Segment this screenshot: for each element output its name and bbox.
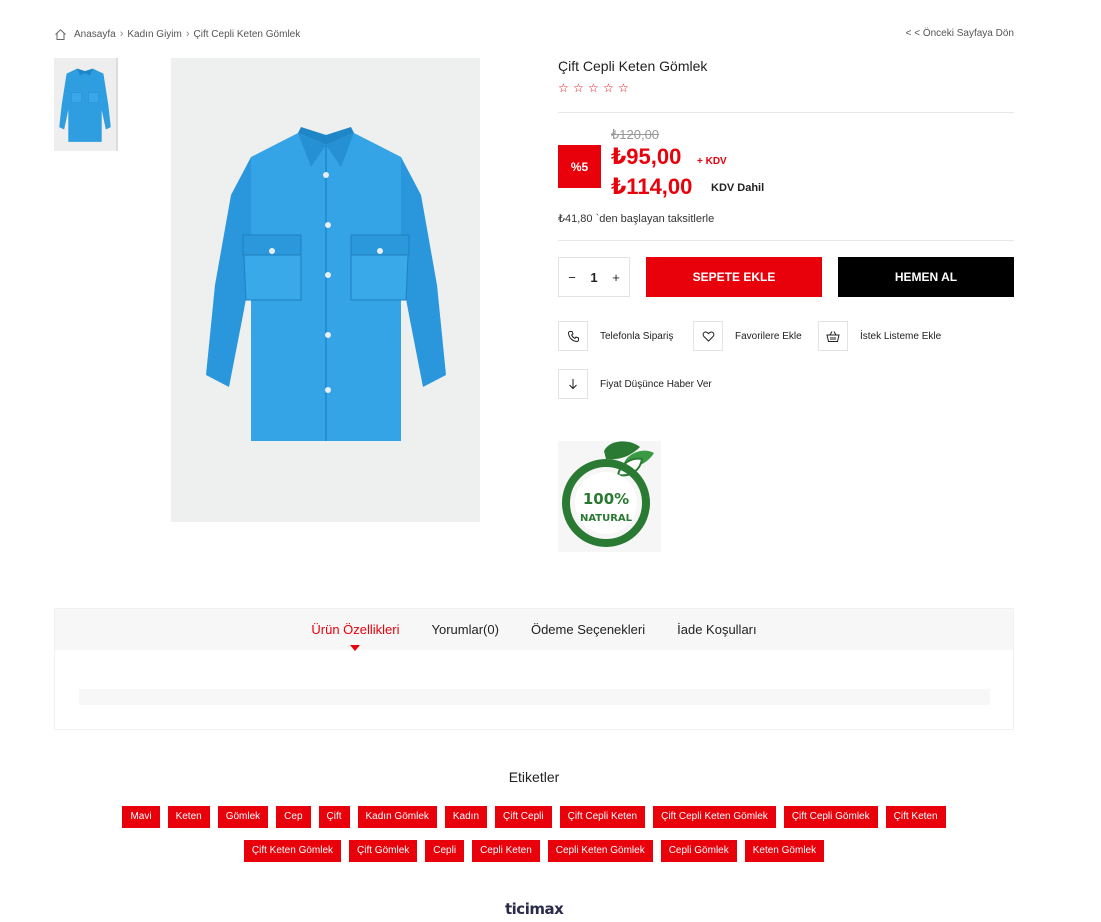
tag-chip[interactable]: Çift Keten Gömlek bbox=[243, 840, 342, 862]
tag-chip[interactable]: Çift Cepli Keten bbox=[559, 806, 646, 828]
decrease-quantity-button[interactable]: − bbox=[565, 270, 579, 285]
discount-badge: %5 bbox=[558, 145, 601, 188]
tag-chip[interactable]: Mavi bbox=[122, 806, 160, 828]
installment-info: ₺41,80 `den başlayan taksitlerle bbox=[558, 213, 715, 225]
breadcrumb-current[interactable]: Çift Cepli Keten Gömlek bbox=[194, 29, 301, 40]
tag-chip[interactable]: Cepli Gömlek bbox=[660, 840, 737, 862]
divider bbox=[558, 240, 1014, 241]
quantity-value[interactable]: 1 bbox=[590, 270, 597, 285]
back-link[interactable]: < < Önceki Sayfaya Dön bbox=[906, 28, 1014, 39]
basket-icon bbox=[818, 321, 848, 351]
tab-reviews[interactable]: Yorumlar(0) bbox=[432, 622, 499, 637]
favorites-label: Favorilere Ekle bbox=[735, 330, 802, 342]
star-icon[interactable]: ☆ bbox=[588, 82, 600, 94]
divider bbox=[558, 112, 1014, 113]
breadcrumb-home[interactable]: Anasayfa bbox=[74, 29, 116, 40]
tag-chip[interactable]: Kadın bbox=[444, 806, 488, 828]
shirt-thumbnail-image bbox=[59, 68, 111, 142]
home-icon[interactable] bbox=[54, 28, 67, 41]
price-with-tax: ₺114,00 bbox=[611, 174, 693, 199]
product-tabs: Ürün Özellikleri Yorumlar(0) Ödeme Seçen… bbox=[54, 608, 1014, 730]
chevron-right-icon: › bbox=[185, 28, 190, 40]
add-wishlist-action[interactable]: İstek Listeme Ekle bbox=[818, 321, 941, 351]
add-to-cart-button[interactable]: SEPETE EKLE bbox=[646, 257, 822, 297]
badge-word: NATURAL bbox=[580, 513, 633, 524]
heart-icon bbox=[693, 321, 723, 351]
breadcrumb-category[interactable]: Kadın Giyim bbox=[127, 29, 181, 40]
price: ₺95,00 bbox=[611, 144, 682, 169]
tag-chip[interactable]: Cepli bbox=[425, 840, 465, 862]
tag-chip[interactable]: Cepli Keten Gömlek bbox=[547, 840, 653, 862]
tag-chip[interactable]: Çift Gömlek bbox=[349, 840, 418, 862]
tag-chip[interactable]: Gömlek bbox=[217, 806, 269, 828]
tag-chip[interactable]: Kadın Gömlek bbox=[357, 806, 437, 828]
tab-product-features[interactable]: Ürün Özellikleri bbox=[311, 622, 400, 651]
tag-chip[interactable]: Cepli Keten bbox=[472, 840, 540, 862]
rating-stars[interactable]: ☆ ☆ ☆ ☆ ☆ bbox=[558, 82, 630, 94]
tag-chip[interactable]: Keten bbox=[167, 806, 210, 828]
tags-row: Mavi Keten Gömlek Cep Çift Kadın Gömlek Kadın Ç… bbox=[0, 806, 1068, 828]
chevron-right-icon: › bbox=[119, 28, 124, 40]
wishlist-label: İstek Listeme Ekle bbox=[860, 330, 942, 342]
product-thumbnail[interactable] bbox=[54, 58, 118, 151]
natural-badge-image: 100% NATURAL bbox=[558, 441, 661, 552]
price-alert-label: Fiyat Düşünce Haber Ver bbox=[600, 378, 712, 390]
ticimax-logo[interactable]: ticimax bbox=[505, 900, 564, 918]
tag-chip[interactable]: Çift Cepli Keten Gömlek bbox=[653, 806, 776, 828]
tabs-bar: Ürün Özellikleri Yorumlar(0) Ödeme Seçen… bbox=[55, 609, 1013, 651]
old-price: ₺120,00 bbox=[611, 127, 660, 142]
star-icon[interactable]: ☆ bbox=[603, 82, 615, 94]
add-favorites-action[interactable]: Favorilere Ekle bbox=[693, 321, 802, 351]
price-alert-action[interactable]: Fiyat Düşünce Haber Ver bbox=[558, 369, 712, 399]
increase-quantity-button[interactable]: + bbox=[609, 270, 623, 285]
tab-payment-options[interactable]: Ödeme Seçenekleri bbox=[531, 622, 645, 637]
star-icon[interactable]: ☆ bbox=[558, 82, 570, 94]
tag-chip[interactable]: Çift Cepli Gömlek bbox=[783, 806, 878, 828]
product-main-image[interactable] bbox=[171, 58, 480, 522]
buy-now-button[interactable]: HEMEN AL bbox=[838, 257, 1014, 297]
star-icon[interactable]: ☆ bbox=[573, 82, 585, 94]
phone-order-label: Telefonla Sipariş bbox=[600, 330, 674, 342]
shirt-image bbox=[205, 127, 446, 441]
tag-chip[interactable]: Keten Gömlek bbox=[744, 840, 825, 862]
phone-icon bbox=[558, 321, 588, 351]
tag-chip[interactable]: Çift bbox=[318, 806, 350, 828]
kdv-included-label: KDV Dahil bbox=[711, 182, 765, 194]
tag-chip[interactable]: Cep bbox=[276, 806, 311, 828]
tab-return-policy[interactable]: İade Koşulları bbox=[677, 622, 757, 637]
quantity-stepper: − 1 + bbox=[558, 257, 630, 297]
kdv-plus-label: + KDV bbox=[697, 156, 727, 167]
tag-chip[interactable]: Çift Keten bbox=[885, 806, 946, 828]
tab-content bbox=[79, 689, 990, 705]
phone-order-action[interactable]: Telefonla Sipariş bbox=[558, 321, 673, 351]
breadcrumb: Anasayfa › Kadın Giyim › Çift Cepli Kete… bbox=[54, 27, 300, 41]
tag-chip[interactable]: Çift Cepli bbox=[495, 806, 552, 828]
arrow-down-icon bbox=[558, 369, 588, 399]
tags-title: Etiketler bbox=[508, 769, 560, 785]
tags-row: Çift Keten Gömlek Çift Gömlek Cepli Cepli K… bbox=[0, 840, 1068, 862]
product-title: Çift Cepli Keten Gömlek bbox=[558, 58, 708, 74]
badge-percent: 100% bbox=[583, 490, 629, 508]
star-icon[interactable]: ☆ bbox=[618, 82, 630, 94]
